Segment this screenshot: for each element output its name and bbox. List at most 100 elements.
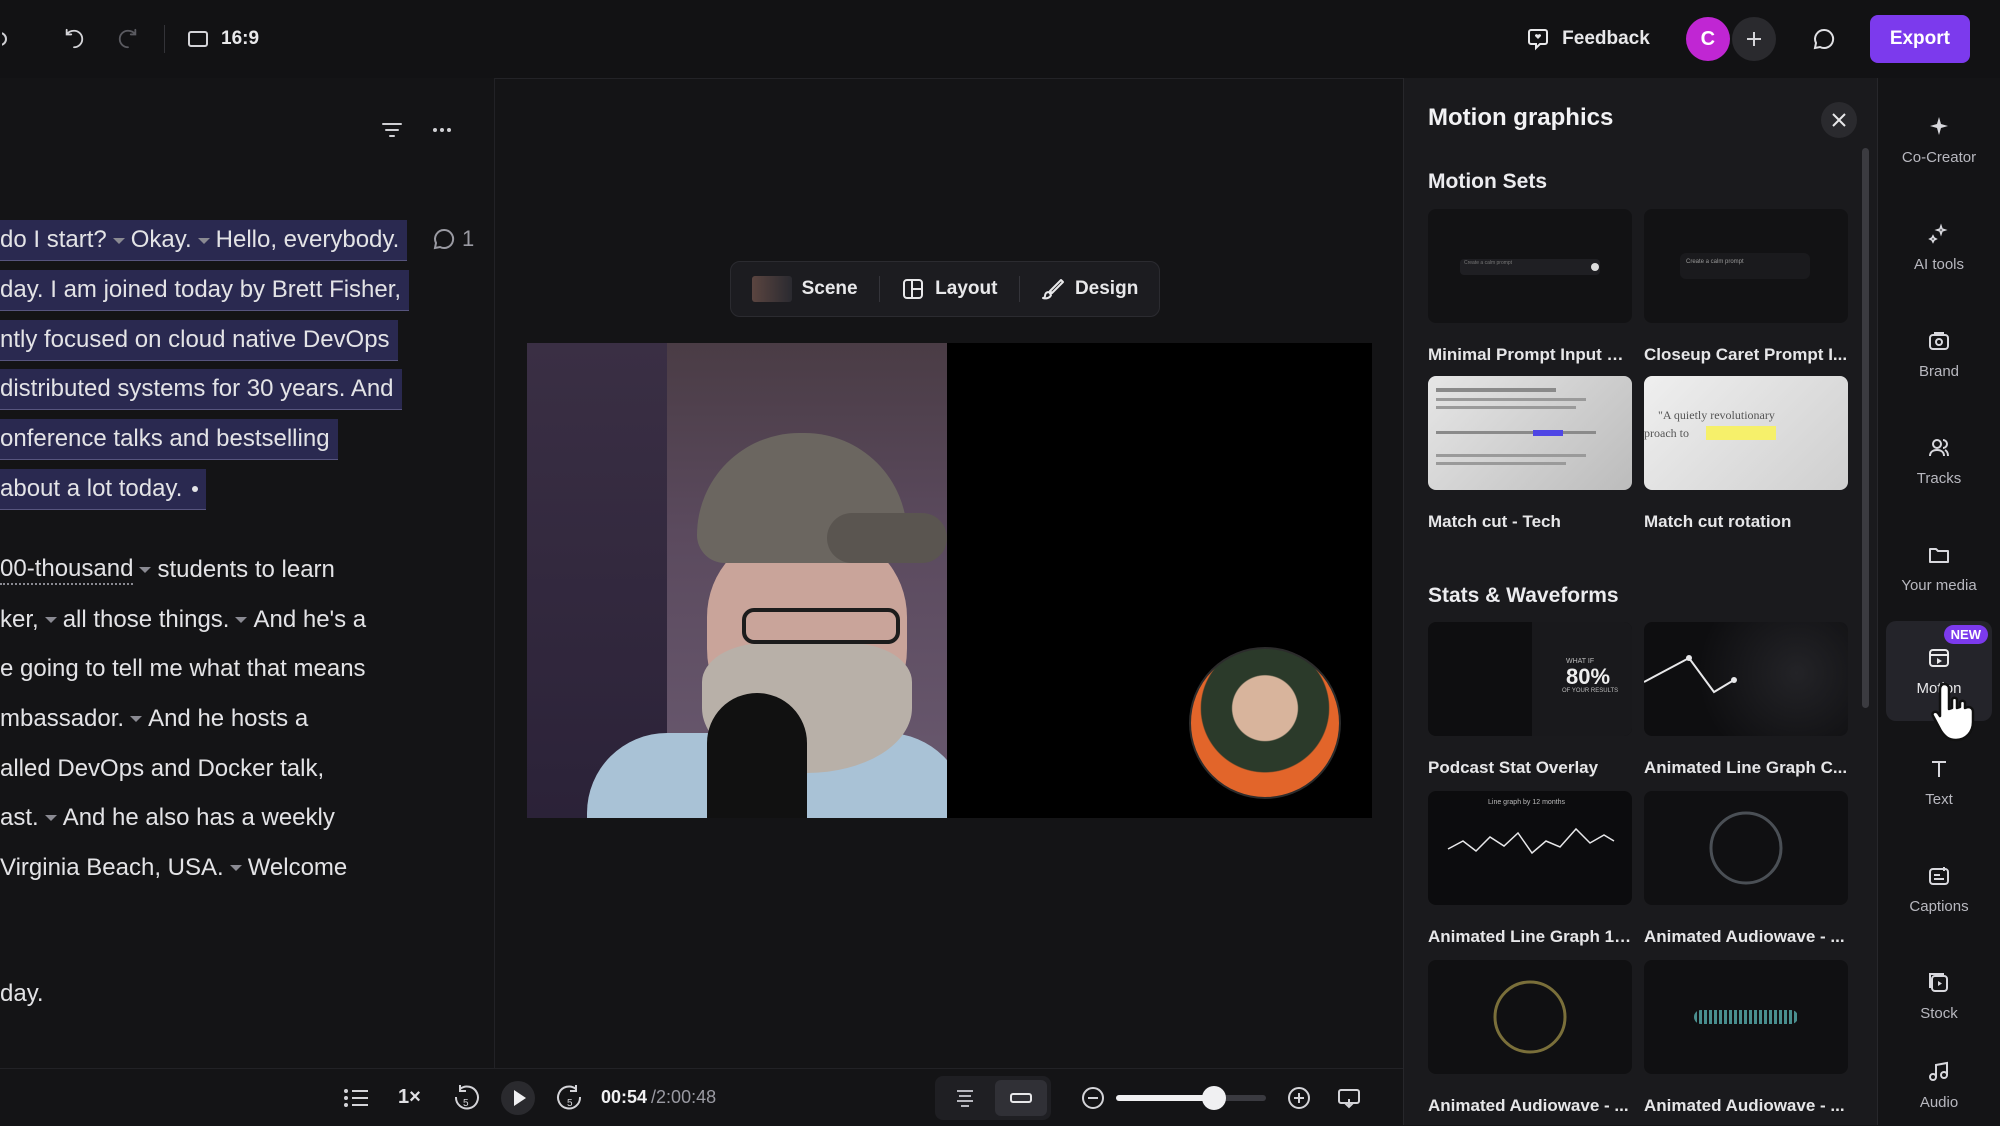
pause-marker[interactable]	[197, 238, 210, 244]
comment-count: 1	[462, 226, 475, 251]
new-badge: NEW	[1943, 625, 1988, 644]
rail-item-tracks[interactable]: Tracks	[1886, 415, 1992, 507]
people-icon	[1929, 438, 1949, 456]
transcript-text[interactable]: And he also has a weekly	[63, 804, 335, 832]
undo-icon[interactable]	[54, 19, 94, 59]
transcript-line[interactable]: day. I am joined today by Brett Fisher,	[0, 270, 410, 312]
transcript-text[interactable]: e going to tell me what that means	[0, 655, 366, 683]
card-thumbnail	[1428, 960, 1632, 1074]
video-preview[interactable]	[527, 343, 1372, 818]
current-time: 00:54	[601, 1087, 648, 1107]
playback-speed[interactable]: 1×	[398, 1069, 421, 1126]
transcript-text[interactable]: alled DevOps and Docker talk,	[0, 755, 324, 783]
rail-item-text[interactable]: Text	[1886, 736, 1992, 828]
menu-edge-icon[interactable]	[0, 19, 14, 59]
transcript-text[interactable]: ast.	[0, 804, 39, 832]
zoom-handle[interactable]	[1201, 1085, 1226, 1110]
add-collaborator-button[interactable]	[1731, 17, 1776, 61]
svg-text:5: 5	[463, 1098, 469, 1109]
guest-video-circle[interactable]	[1189, 647, 1341, 799]
forward-button[interactable]: 5	[556, 1069, 584, 1126]
rail-item-brand[interactable]: Brand	[1886, 308, 1992, 400]
transcript-text[interactable]: mbassador.	[0, 705, 124, 733]
motion-card[interactable]: "A quietly revolutionary proach to Match…	[1644, 376, 1848, 532]
close-button[interactable]	[1821, 102, 1857, 138]
rail-label: Your media	[1901, 576, 1977, 594]
rail-item-stock[interactable]: Stock	[1886, 950, 1992, 1042]
avatar[interactable]: C	[1685, 17, 1730, 61]
motion-graphics-panel: Motion graphics Motion Sets Create a cal…	[1403, 78, 1878, 1125]
rail-item-your-media[interactable]: Your media	[1886, 522, 1992, 614]
rail-item-ai-tools[interactable]: AI tools	[1886, 201, 1992, 293]
aspect-ratio-selector[interactable]: 16:9	[187, 28, 259, 50]
flagged-word[interactable]: 00-thousand	[0, 555, 134, 585]
transcript-text[interactable]: day.	[0, 980, 44, 1008]
motion-card[interactable]: Animated Line Graph C...	[1644, 622, 1848, 778]
motion-card[interactable]: Animated Audiowave - ...	[1644, 960, 1848, 1116]
pause-marker[interactable]	[112, 238, 125, 244]
zoom-in-icon[interactable]	[1286, 1085, 1312, 1111]
compact-view-button[interactable]	[995, 1079, 1047, 1116]
scene-toolbar: Scene Layout Design	[730, 261, 1160, 317]
speaker-video	[527, 343, 947, 818]
transcript-line[interactable]: onference talks and bestselling	[0, 419, 338, 461]
motion-card[interactable]: Animated Audiowave - ...	[1428, 960, 1632, 1116]
timeline-view-button[interactable]	[939, 1080, 991, 1116]
transcript-text[interactable]: Welcome	[248, 854, 348, 882]
scrollbar[interactable]	[1862, 148, 1869, 708]
motion-card[interactable]: Match cut - Tech	[1428, 376, 1632, 532]
motion-card[interactable]: Create a calm prompt Minimal Prompt Inpu…	[1428, 209, 1632, 365]
play-button[interactable]	[500, 1069, 536, 1126]
zoom-slider[interactable]	[1116, 1085, 1266, 1110]
paragraph-end-dot	[192, 486, 199, 493]
folder-icon	[1929, 547, 1949, 563]
motion-card[interactable]: Line graph by 12 months Animated Line Gr…	[1428, 791, 1632, 947]
rewind-button[interactable]: 5	[452, 1069, 480, 1126]
scene-button[interactable]: Scene	[751, 276, 858, 302]
comments-button[interactable]	[1804, 19, 1844, 59]
transcript-text[interactable]: students to learn	[157, 556, 334, 584]
transcript-text[interactable]: all those things.	[63, 606, 230, 634]
transcript-paragraph[interactable]: 00-thousand students to learn ker, all tho…	[0, 545, 366, 893]
design-label: Design	[1074, 278, 1139, 299]
feedback-button[interactable]: Feedback	[1526, 27, 1650, 51]
feedback-label: Feedback	[1562, 28, 1650, 49]
transcript-paragraph[interactable]: do I start? Okay. Hello, everybody. day. I…	[0, 216, 410, 514]
feedback-icon	[1528, 29, 1549, 51]
comment-indicator[interactable]: 1	[432, 226, 474, 252]
transcript-paragraph[interactable]: day.	[0, 969, 44, 1019]
card-thumbnail	[1428, 376, 1632, 490]
motion-card[interactable]: Create a calm prompt Closeup Caret Promp…	[1644, 209, 1848, 365]
rail-label: Text	[1925, 790, 1953, 808]
transcript-text[interactable]: And he's a	[253, 606, 366, 634]
rail-item-captions[interactable]: Captions	[1886, 843, 1992, 935]
transcript-text[interactable]: And he hosts a	[148, 705, 308, 733]
card-thumbnail	[1644, 960, 1848, 1074]
export-button[interactable]: Export	[1869, 15, 1970, 63]
more-icon[interactable]	[430, 118, 454, 142]
layout-button[interactable]: Layout	[901, 277, 997, 301]
rail-item-audio[interactable]: Audio	[1886, 1045, 1992, 1125]
redo-icon[interactable]	[108, 19, 148, 59]
rail-label: Brand	[1918, 362, 1960, 380]
transcript-text[interactable]: Virginia Beach, USA.	[0, 854, 224, 882]
time-display: 00:54 /2:00:48	[601, 1069, 716, 1126]
design-button[interactable]: Design	[1041, 277, 1138, 301]
timeline-icon	[957, 1089, 973, 1107]
fit-screen-icon[interactable]	[1336, 1085, 1362, 1111]
chapters-button[interactable]	[343, 1069, 369, 1126]
transcript-text[interactable]: ker,	[0, 606, 39, 634]
motion-card[interactable]: Animated Audiowave - ...	[1644, 791, 1848, 947]
motion-card[interactable]: WHAT IF 80% OF YOUR RESULTS Podcast Stat…	[1428, 622, 1632, 778]
chat-bubble-icon	[1813, 28, 1834, 50]
transcript-line[interactable]: ntly focused on cloud native DevOps	[0, 319, 398, 361]
card-label: Animated Audiowave - ...	[1644, 1096, 1845, 1115]
transcript-line[interactable]: do I start? Okay. Hello, everybody.	[0, 220, 408, 262]
rail-item-co-creator[interactable]: Co-Creator	[1886, 94, 1992, 186]
zoom-out-icon[interactable]	[1080, 1085, 1106, 1111]
card-label: Animated Line Graph 12...	[1428, 927, 1632, 946]
filter-icon[interactable]	[380, 118, 404, 142]
transcript-line[interactable]: about a lot today.	[0, 468, 207, 510]
card-thumbnail: Create a calm prompt	[1644, 209, 1848, 323]
transcript-line[interactable]: distributed systems for 30 years. And	[0, 369, 402, 411]
